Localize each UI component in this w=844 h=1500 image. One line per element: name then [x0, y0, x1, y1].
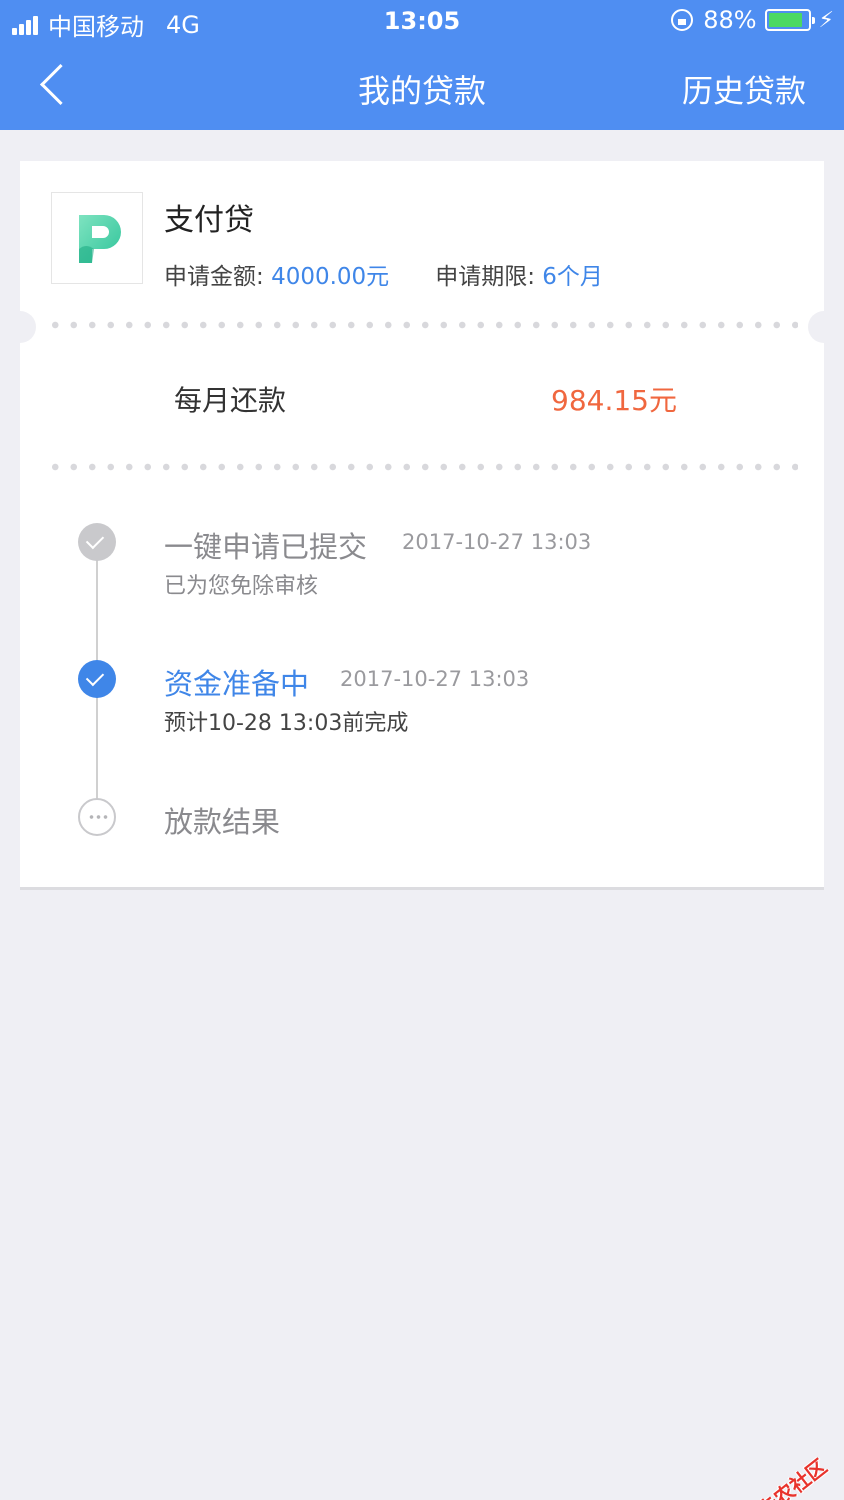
ticket-notch-left — [4, 311, 36, 343]
nav-bar: 我的贷款 历史贷款 — [0, 44, 844, 130]
battery-percent: 88% — [703, 6, 757, 34]
product-logo — [51, 192, 143, 284]
loan-card: 支付贷 申请金额: 4000.00元 申请期限: 6个月 每月还款 984.15元… — [4, 161, 840, 890]
status-bar: 中国移动 4G 13:05 88% ⚡ — [0, 0, 844, 44]
dotted-divider — [46, 463, 798, 471]
ticket-notch-right — [808, 311, 840, 343]
step-time: 2017-10-27 13:03 — [340, 667, 530, 691]
monthly-payment-value: 984.15元 — [551, 384, 677, 417]
product-name: 支付贷 — [164, 203, 254, 238]
app-header: 中国移动 4G 13:05 88% ⚡ 我的贷款 历史贷款 — [0, 0, 844, 130]
step-subtitle: 预计10-28 13:03前完成 — [164, 711, 409, 736]
step-title: 资金准备中 — [164, 667, 310, 701]
watermark: 卡农社区 — [731, 1451, 832, 1500]
watermark-text: 卡农社区 — [753, 1454, 832, 1500]
step-title: 放款结果 — [164, 805, 281, 839]
check-circle-icon — [78, 660, 116, 698]
loan-info-row: 申请金额: 4000.00元 申请期限: 6个月 — [164, 257, 603, 291]
amount-value: 4000.00元 — [271, 264, 390, 290]
dotted-divider — [46, 321, 798, 329]
charging-bolt-icon: ⚡ — [818, 7, 834, 33]
status-right: 88% ⚡ — [671, 6, 834, 34]
term-label: 申请期限: — [435, 264, 543, 290]
monthly-payment-label: 每月还款 — [174, 384, 287, 417]
orientation-lock-icon — [671, 9, 694, 31]
step-subtitle: 已为您免除审核 — [164, 574, 319, 599]
amount-label: 申请金额: — [164, 264, 272, 290]
battery-icon — [764, 9, 815, 31]
step-time: 2017-10-27 13:03 — [402, 530, 592, 554]
check-circle-icon — [78, 523, 116, 561]
step-title: 一键申请已提交 — [164, 530, 368, 564]
history-loans-button[interactable]: 历史贷款 — [682, 66, 806, 111]
term-value: 6个月 — [542, 264, 603, 290]
p-logo-icon — [79, 215, 121, 263]
ellipsis-circle-icon — [78, 798, 116, 836]
